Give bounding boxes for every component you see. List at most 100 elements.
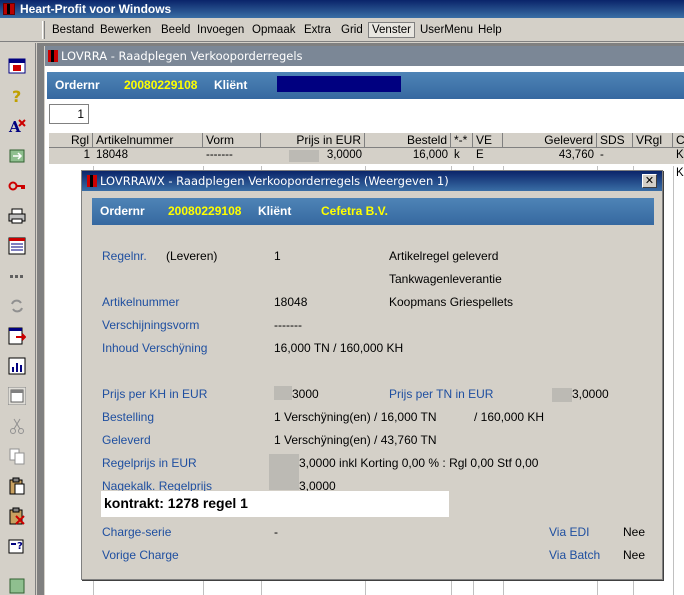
key-icon[interactable] <box>8 177 26 195</box>
sync-icon[interactable] <box>8 297 26 315</box>
vorm-label: Verschijningsvorm <box>102 318 200 332</box>
question-icon[interactable]: ? <box>8 87 26 105</box>
close-icon[interactable]: ✕ <box>642 174 657 188</box>
bestelling-value: 1 Verschÿning(en) / 16,000 TN <box>274 410 437 424</box>
col-flag[interactable]: *-* <box>451 133 473 149</box>
order-header: Ordernr 20080229108 Kliënt <box>47 72 684 99</box>
cell-geleverd: 43,760 <box>558 149 594 161</box>
prijs-tn-value: 3,0000 <box>572 387 609 401</box>
cut-icon[interactable] <box>8 417 26 435</box>
chart-icon[interactable] <box>8 357 26 375</box>
col-vorm[interactable]: Vorm <box>203 133 261 149</box>
menu-grid[interactable]: Grid <box>341 23 363 37</box>
lovrra-titlebar: LOVRRA - Raadplegen Verkooporderregels <box>45 46 684 66</box>
regelprijs-value: 3,0000 inkl Korting 0,00 % : Rgl 0,00 St… <box>299 456 539 470</box>
geleverd-value: 1 Verschÿning(en) / 43,760 TN <box>274 433 437 447</box>
col-sds[interactable]: SDS <box>597 133 633 149</box>
menu-invoegen[interactable]: Invoegen <box>197 23 244 37</box>
window-frame-icon[interactable] <box>8 387 26 405</box>
col-artikelnummer[interactable]: Artikelnummer <box>93 133 203 149</box>
app-title: Heart-Profit voor Windows <box>20 2 172 16</box>
page-number-field[interactable]: 1 <box>49 104 89 124</box>
cell-prijs: 3,0000 <box>326 149 362 161</box>
dots-icon[interactable] <box>8 267 26 285</box>
svg-text:?: ? <box>12 87 21 105</box>
menu-usermenu[interactable]: UserMenu <box>420 23 473 37</box>
regelnr-label: Regelnr. <box>102 249 147 263</box>
edi-value: Nee <box>623 525 646 539</box>
cell-flag: k <box>454 149 460 161</box>
artikel-value: 18048 <box>274 295 308 309</box>
refresh-icon[interactable] <box>8 147 26 165</box>
cell-besteld: 16,000 <box>412 149 448 161</box>
geleverd-label: Geleverd <box>102 433 151 447</box>
vorige-charge-label: Vorige Charge <box>102 548 179 562</box>
dialog-order-header: Ordernr 20080229108 Kliënt Cefetra B.V. <box>92 198 654 225</box>
order-number: 20080229108 <box>124 78 198 92</box>
window-icon[interactable] <box>8 57 26 75</box>
order-lines-grid: Rgl Artikelnummer Vorm Prijs in EUR Best… <box>49 132 684 595</box>
menu-grip <box>42 21 45 39</box>
dialog-order-label: Ordernr <box>100 204 145 218</box>
artikel-name: Koopmans Griespellets <box>389 295 514 309</box>
form-icon[interactable] <box>8 237 26 255</box>
artikel-label: Artikelnummer <box>102 295 180 309</box>
dialog-titlebar: LOVRRAWX - Raadplegen Verkooporderregels… <box>82 171 662 191</box>
inhoud-value: 16,000 TN / 160,000 KH <box>274 341 404 355</box>
spellcheck-icon[interactable]: A <box>8 117 26 135</box>
paste-special-icon[interactable] <box>8 507 26 525</box>
col-c[interactable]: C <box>673 133 684 149</box>
charge-value: - <box>274 525 278 539</box>
status-tankwagen: Tankwagenleverantie <box>389 272 502 286</box>
redacted-block <box>269 454 299 490</box>
table-row[interactable]: 1 18048 ------- 3,0000 16,000 k E 43,760… <box>49 148 684 164</box>
menu-bar: Bestand Bewerken Beeld Invoegen Opmaak E… <box>0 18 684 42</box>
lovrrawx-dialog: LOVRRAWX - Raadplegen Verkooporderregels… <box>81 170 663 580</box>
batch-value: Nee <box>623 548 646 562</box>
batch-label: Via Batch <box>549 548 601 562</box>
app-titlebar: Heart-Profit voor Windows <box>0 0 684 18</box>
menu-help[interactable]: Help <box>478 23 502 37</box>
paste-icon[interactable] <box>8 477 26 495</box>
lovrra-title: LOVRRA - Raadplegen Verkooporderregels <box>61 49 303 63</box>
client-label: Kliënt <box>214 78 248 92</box>
col-rgl[interactable]: Rgl <box>49 133 93 149</box>
redacted-block <box>552 388 572 402</box>
dialog-title: LOVRRAWX - Raadplegen Verkooporderregels… <box>100 174 449 188</box>
left-toolbar: ? A ? <box>0 43 36 595</box>
menu-extra[interactable]: Extra <box>304 23 331 37</box>
regelnr-value: 1 <box>274 249 281 263</box>
col-ve[interactable]: VE <box>473 133 503 149</box>
client-redacted <box>277 76 401 92</box>
dialog-client-name: Cefetra B.V. <box>321 204 388 218</box>
col-prijs[interactable]: Prijs in EUR <box>261 133 365 149</box>
settings-icon[interactable]: ? <box>8 537 26 555</box>
prijs-kh-value: 3000 <box>292 387 319 401</box>
export-icon[interactable] <box>8 327 26 345</box>
grid-header: Rgl Artikelnummer Vorm Prijs in EUR Best… <box>49 132 684 149</box>
col-vrgl[interactable]: VRgl <box>633 133 673 149</box>
menu-bewerken[interactable]: Bewerken <box>100 23 151 37</box>
prijs-tn-label: Prijs per TN in EUR <box>389 387 494 401</box>
cell-ve: E <box>476 149 484 161</box>
menu-venster[interactable]: Venster <box>368 22 415 38</box>
exit-icon[interactable] <box>8 577 26 595</box>
charge-label: Charge-serie <box>102 525 172 539</box>
vorm-value: ------- <box>274 318 302 332</box>
cell-vorm: ------- <box>206 149 233 161</box>
inhoud-label: Inhoud Verschÿning <box>102 341 208 355</box>
col-geleverd[interactable]: Geleverd <box>503 133 597 149</box>
status-geleverd: Artikelregel geleverd <box>389 249 499 263</box>
cell-c: Ko <box>676 149 684 161</box>
redacted-block <box>274 386 292 400</box>
col-besteld[interactable]: Besteld <box>365 133 451 149</box>
copy-icon[interactable] <box>8 447 26 465</box>
print-icon[interactable] <box>8 207 26 225</box>
app-icon <box>3 3 15 15</box>
menu-opmaak[interactable]: Opmaak <box>252 23 295 37</box>
menu-beeld[interactable]: Beeld <box>161 23 190 37</box>
regelnr-mode: (Leveren) <box>166 249 218 263</box>
edi-label: Via EDI <box>549 525 590 539</box>
menu-bestand[interactable]: Bestand <box>52 23 94 37</box>
order-label: Ordernr <box>55 78 100 92</box>
